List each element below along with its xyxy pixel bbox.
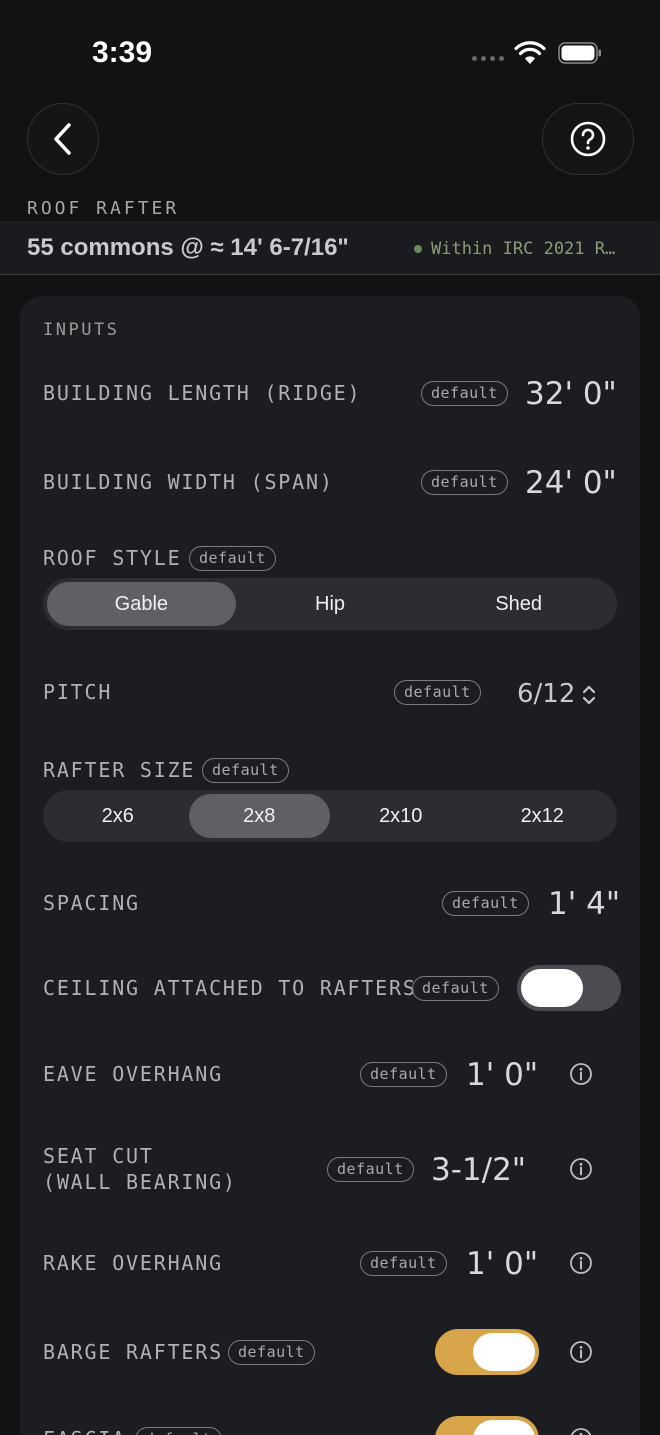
toggle-knob: [521, 969, 583, 1007]
help-button[interactable]: [542, 103, 634, 175]
pitch-picker[interactable]: 6/12: [517, 677, 597, 711]
barge-rafters-toggle[interactable]: [435, 1329, 539, 1375]
default-chip: default: [442, 891, 529, 916]
inputs-title: INPUTS: [43, 320, 120, 340]
building-length-label: BUILDING LENGTH (RIDGE): [43, 381, 362, 405]
rafter-size-option-2x12[interactable]: 2x12: [472, 794, 614, 838]
eave-overhang-value[interactable]: 1' 0": [466, 1058, 538, 1092]
inputs-card: INPUTS BUILDING LENGTH (RIDGE) default 3…: [20, 296, 640, 1435]
summary-bar: 55 commons @ ≈ 14' 6-7/16" Within IRC 20…: [0, 221, 660, 275]
info-icon[interactable]: [569, 1427, 593, 1435]
seat-cut-label-line1: SEAT CUT: [43, 1144, 154, 1168]
ceiling-attached-toggle[interactable]: [517, 965, 621, 1011]
default-chip: default: [421, 381, 508, 406]
pitch-value: 6/12: [517, 679, 576, 709]
barge-rafters-label: BARGE RAFTERS: [43, 1340, 223, 1364]
status-time: 3:39: [92, 36, 153, 69]
question-circle-icon: [570, 121, 606, 157]
rafter-size-label: RAFTER SIZE: [43, 758, 196, 782]
seat-cut-label: SEAT CUT (WALL BEARING): [43, 1143, 237, 1195]
back-button[interactable]: [27, 103, 99, 175]
default-chip: default: [135, 1427, 222, 1435]
info-icon[interactable]: [569, 1340, 593, 1364]
info-icon[interactable]: [569, 1251, 593, 1275]
eave-overhang-label: EAVE OVERHANG: [43, 1062, 223, 1086]
default-chip: default: [202, 758, 289, 783]
rake-overhang-label: RAKE OVERHANG: [43, 1251, 223, 1275]
rake-overhang-value[interactable]: 1' 0": [466, 1247, 538, 1281]
wifi-icon: [514, 41, 546, 64]
default-chip: default: [360, 1062, 447, 1087]
summary-result: 55 commons @ ≈ 14' 6-7/16": [27, 234, 349, 261]
status-bar: 3:39: [0, 0, 660, 100]
roof-style-option-gable[interactable]: Gable: [47, 582, 236, 626]
rafter-size-option-2x8[interactable]: 2x8: [188, 794, 330, 838]
roof-style-option-shed[interactable]: Shed: [424, 582, 613, 626]
rafter-size-option-2x10[interactable]: 2x10: [330, 794, 472, 838]
info-icon[interactable]: [569, 1062, 593, 1086]
default-chip: default: [360, 1251, 447, 1276]
default-chip: default: [189, 546, 276, 571]
default-chip: default: [412, 976, 499, 1001]
toggle-knob: [473, 1420, 535, 1435]
roof-style-selector: Gable Hip Shed: [43, 578, 617, 630]
rafter-size-option-2x6[interactable]: 2x6: [47, 794, 189, 838]
spacing-label: SPACING: [43, 891, 140, 915]
toggle-knob: [473, 1333, 535, 1371]
section-label: ROOF RAFTER: [27, 198, 180, 219]
info-icon[interactable]: [569, 1157, 593, 1181]
seat-cut-label-line2: (WALL BEARING): [43, 1170, 237, 1194]
ceiling-attached-label: CEILING ATTACHED TO RAFTERS: [43, 976, 417, 1000]
building-width-value[interactable]: 24' 0": [525, 466, 617, 500]
building-length-value[interactable]: 32' 0": [525, 377, 617, 411]
battery-icon: [558, 42, 601, 64]
building-width-label: BUILDING WIDTH (SPAN): [43, 470, 334, 494]
chevron-left-icon: [54, 123, 71, 155]
seat-cut-value[interactable]: 3-1/2": [431, 1153, 526, 1187]
roof-style-label: ROOF STYLE: [43, 546, 182, 570]
default-chip: default: [228, 1340, 315, 1365]
code-status-text: Within IRC 2021 R…: [431, 239, 616, 259]
cellular-signal-icon: [472, 56, 504, 61]
pitch-label: PITCH: [43, 680, 113, 704]
default-chip: default: [327, 1157, 414, 1182]
code-status: Within IRC 2021 R…: [414, 239, 644, 259]
default-chip: default: [421, 470, 508, 495]
rafter-size-selector: 2x6 2x8 2x10 2x12: [43, 790, 617, 842]
spacing-value[interactable]: 1' 4": [548, 887, 620, 921]
roof-style-option-hip[interactable]: Hip: [236, 582, 425, 626]
fascia-toggle[interactable]: [435, 1416, 539, 1435]
status-dot-icon: [414, 245, 422, 253]
default-chip: default: [394, 680, 481, 705]
fascia-label: FASCIA: [43, 1426, 126, 1435]
chevron-up-down-icon: [583, 685, 596, 704]
